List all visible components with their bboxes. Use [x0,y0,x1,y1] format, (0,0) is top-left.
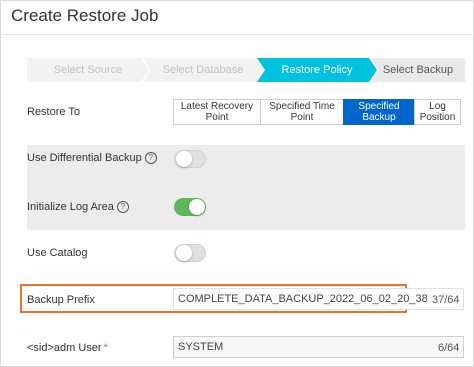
adm-user-row: <sid>adm User * [27,342,108,354]
option-line2: Point [290,112,314,123]
initialize-log-area-label: Initialize Log Area [27,201,114,213]
toggle-knob [189,199,205,215]
required-mark: * [103,342,108,354]
differential-backup-row: Use Differential Backup? [27,152,157,164]
option-log-position[interactable]: Log Position [414,99,461,125]
option-specified-time-point[interactable]: Specified Time Point [260,99,344,125]
dialog-header: Create Restore Job [0,0,474,35]
use-catalog-label: Use Catalog [27,247,88,259]
toggle-knob [176,245,192,261]
backup-prefix-counter: 37/64 [432,294,460,306]
differential-backup-label: Use Differential Backup [27,152,142,164]
adm-user-input[interactable]: SYSTEM [173,336,464,358]
backup-prefix-input[interactable]: COMPLETE_DATA_BACKUP_2022_06_02_20_38 [173,288,464,310]
step-select-database[interactable]: Select Database [143,58,263,82]
option-line1: Specified [358,101,400,112]
restore-to-label: Restore To [27,106,80,118]
differential-backup-toggle[interactable] [174,150,206,168]
initialize-log-area-row: Initialize Log Area? [27,201,129,213]
toggle-knob [176,151,192,167]
initialize-log-area-toggle[interactable] [174,198,206,216]
restore-to-options: Latest Recovery Point Specified Time Point… [173,99,461,125]
option-line1: Latest Recovery [180,101,254,112]
dialog-title: Create Restore Job [11,6,159,25]
option-line2: Point [205,112,229,123]
option-line1: Log [429,101,446,112]
option-specified-backup[interactable]: Specified Backup [343,99,415,125]
help-icon[interactable]: ? [144,152,157,164]
adm-user-counter: 6/64 [438,342,460,354]
option-latest-recovery-point[interactable]: Latest Recovery Point [173,99,261,125]
option-line2: Position [419,112,456,123]
help-icon[interactable]: ? [116,201,129,213]
step-select-source[interactable]: Select Source [27,58,149,82]
backup-prefix-label: Backup Prefix [27,294,95,306]
step-restore-policy[interactable]: Restore Policy [257,58,377,82]
wizard-steps: Select Source Select Database Restore Po… [27,58,465,82]
step-select-backup[interactable]: Select Backup [371,58,465,82]
use-catalog-toggle[interactable] [174,244,206,262]
option-line1: Specified Time [269,101,335,112]
adm-user-label: <sid>adm User [27,342,102,354]
option-line2: Backup [362,112,396,123]
